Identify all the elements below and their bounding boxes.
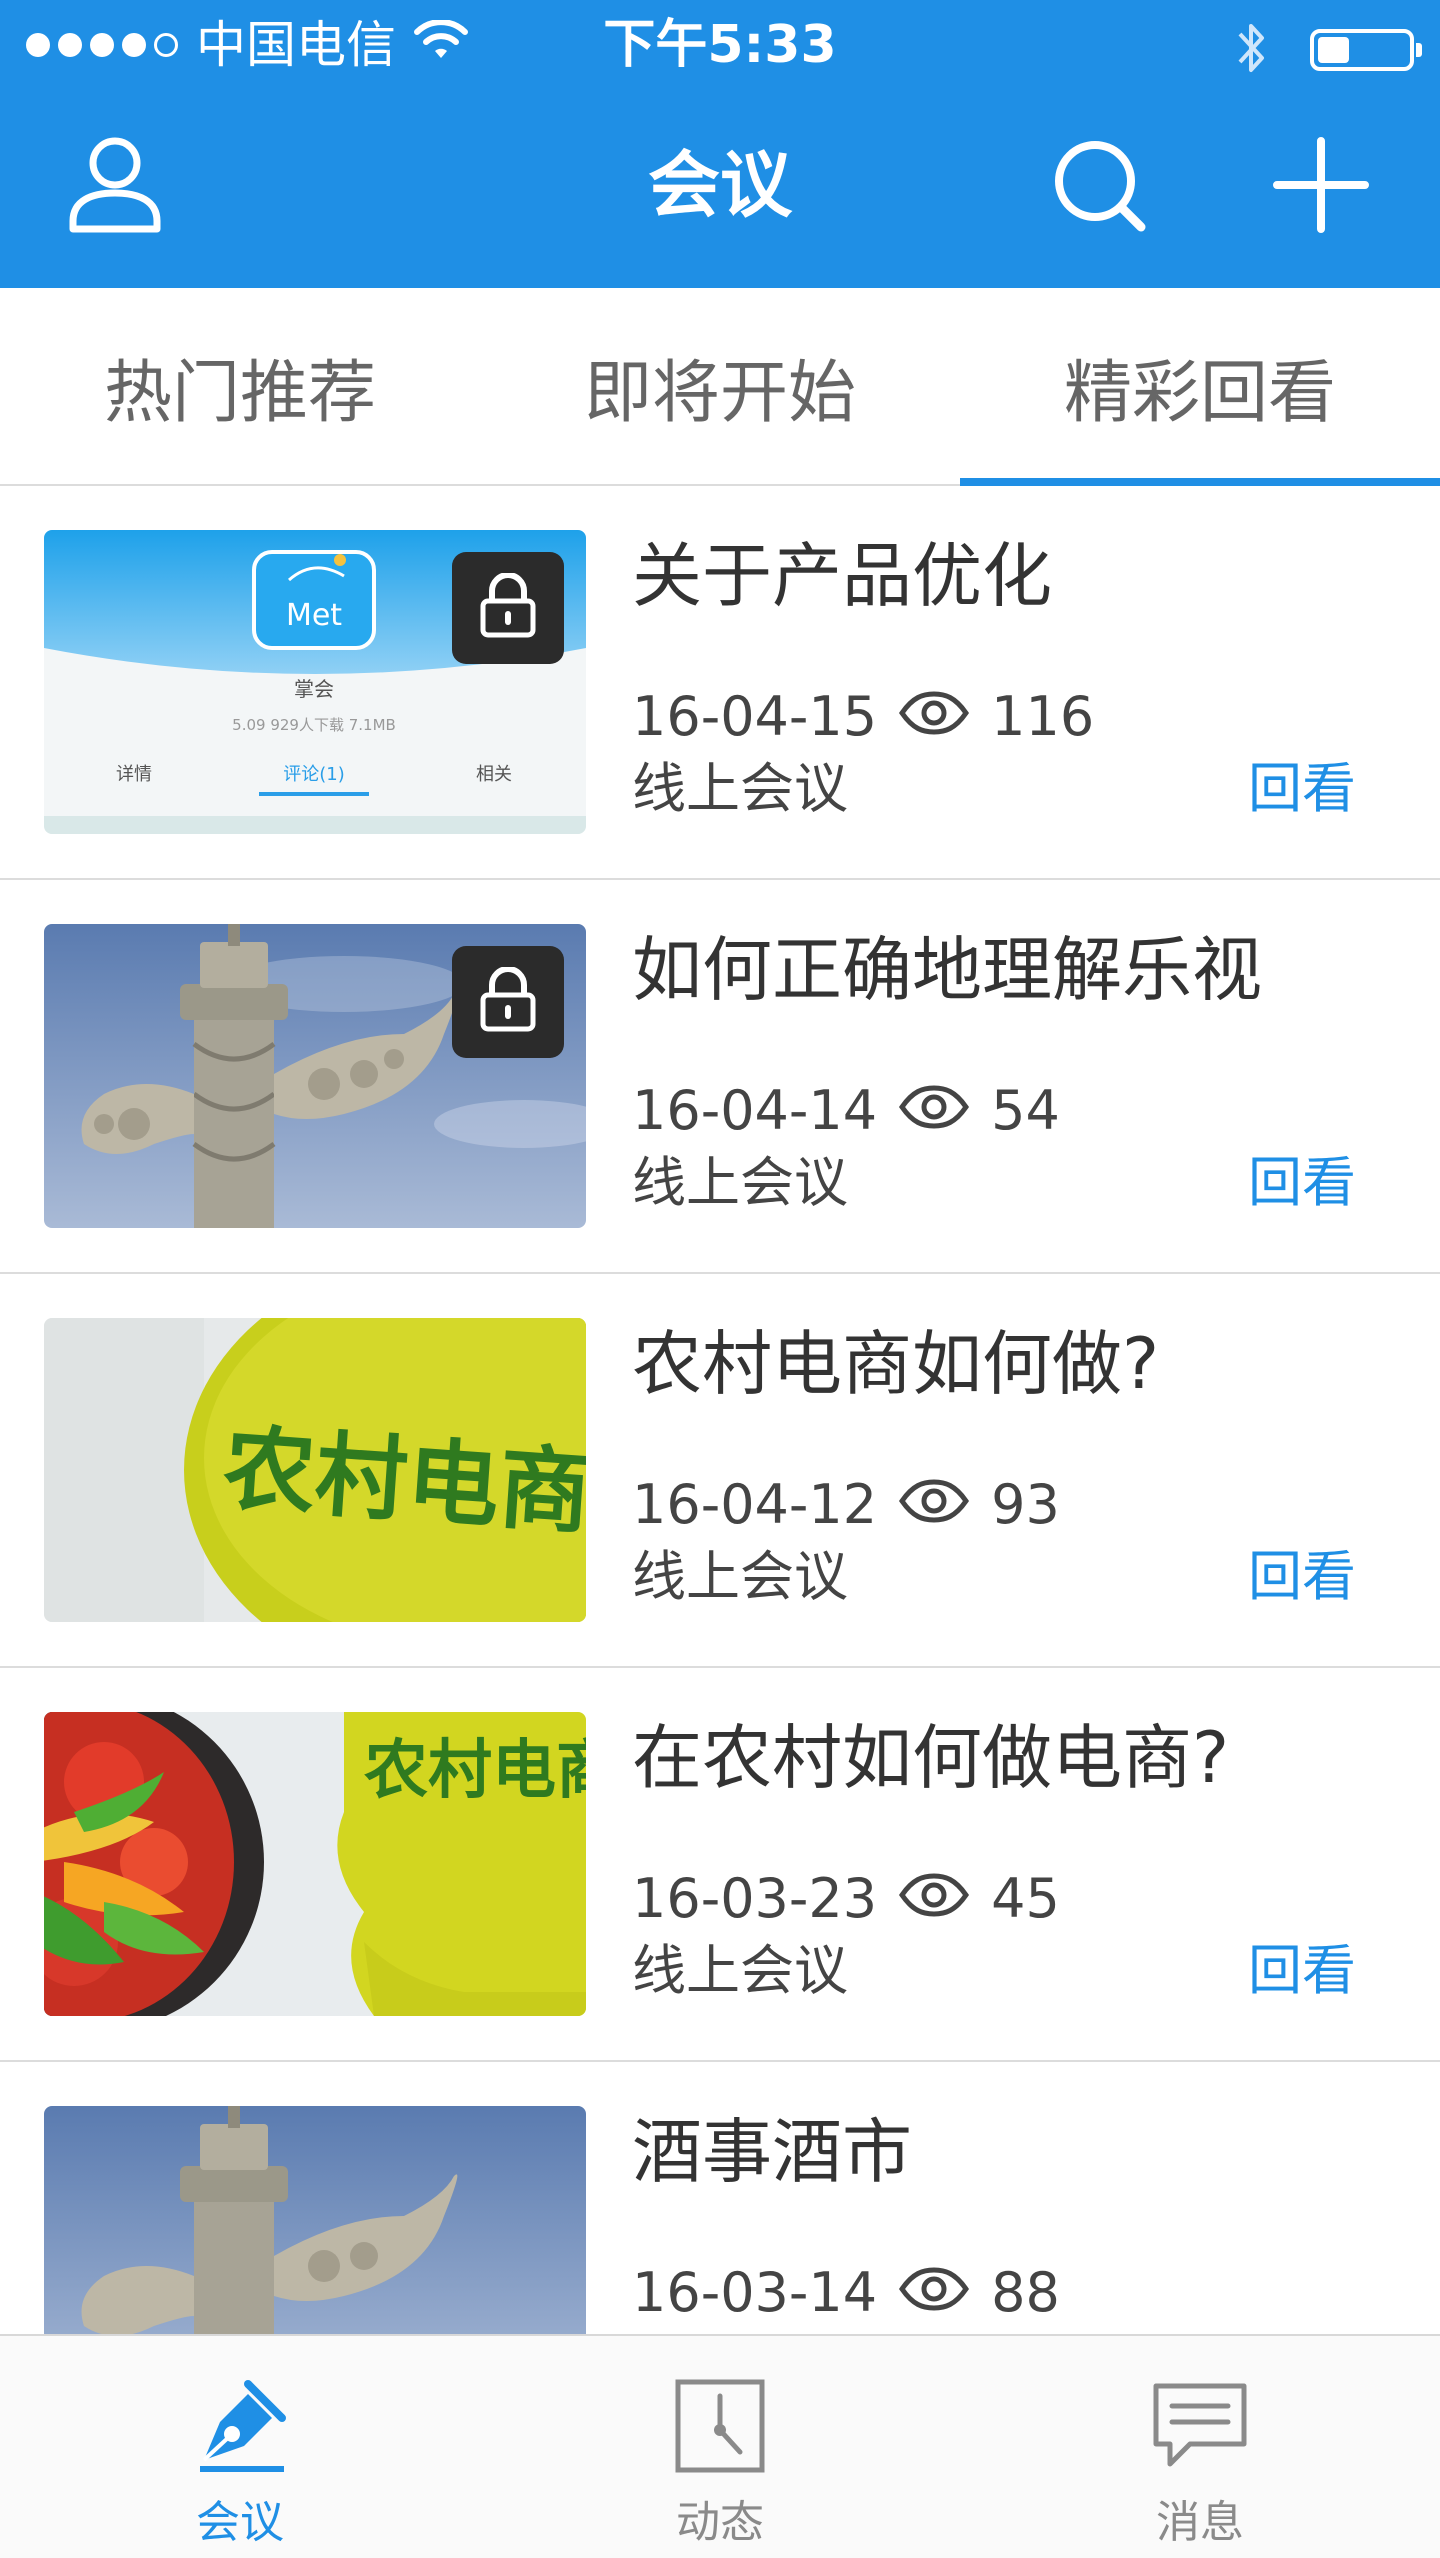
lock-icon [478, 572, 538, 643]
meeting-title: 在农村如何做电商? [632, 1717, 1230, 1799]
app-tab-comment: 评论(1) [283, 764, 345, 785]
meeting-title: 关于产品优化 [632, 535, 1052, 617]
status-bar: 中国电信 下午5:33 [0, 0, 1440, 90]
meeting-date: 16-04-12 [632, 1473, 878, 1536]
eye-icon [899, 682, 970, 752]
add-meeting-button[interactable] [1266, 132, 1376, 242]
replay-link[interactable]: 回看 [1248, 1542, 1356, 1612]
replay-link[interactable]: 回看 [1248, 1148, 1356, 1218]
meeting-item[interactable]: 农村电商 在农村如何做电商? 16-03-23 45 线上会议 回看 [0, 1668, 1440, 2062]
sign-text: 农村电商 [364, 1734, 586, 1808]
meeting-title: 酒事酒市 [632, 2111, 912, 2193]
app-header: 中国电信 下午5:33 会议 [0, 0, 1440, 288]
meeting-meta: 16-03-14 88 [632, 2258, 1060, 2328]
battery-level [1318, 37, 1349, 63]
tab-hot[interactable]: 热门推荐 [0, 288, 480, 484]
meeting-item[interactable]: Met 掌会 5.09 929人下载 7.1MB 详情 评论(1) 相关 关于产… [0, 486, 1440, 880]
meeting-thumbnail: 农村电商 [44, 1318, 586, 1622]
tabbar-item-activity[interactable]: 动态 [480, 2336, 960, 2558]
lock-badge [452, 946, 564, 1058]
eye-icon [899, 1470, 970, 1540]
meeting-thumbnail [44, 924, 586, 1228]
meeting-date: 16-03-23 [632, 1867, 878, 1930]
pen-nib-icon [185, 2376, 295, 2476]
meeting-type: 线上会议 [632, 1545, 848, 1608]
view-count: 116 [991, 685, 1095, 748]
eye-icon [899, 1076, 970, 1146]
meeting-meta: 16-04-12 93 [632, 1470, 1060, 1540]
tab-replay[interactable]: 精彩回看 [960, 288, 1440, 486]
meeting-type: 线上会议 [632, 1151, 848, 1214]
meeting-item[interactable]: 农村电商 农村电商如何做? 16-04-12 93 线上会议 回看 [0, 1274, 1440, 1668]
tabbar-item-messages[interactable]: 消息 [960, 2336, 1440, 2558]
eye-icon [899, 1864, 970, 1934]
search-button[interactable] [1044, 132, 1154, 242]
status-time: 下午5:33 [603, 15, 837, 75]
meeting-date: 16-04-14 [632, 1079, 878, 1142]
view-count: 93 [991, 1473, 1060, 1536]
app-logo-text: Met [286, 598, 342, 633]
bottom-tab-bar: 会议 动态 消息 [0, 2334, 1440, 2558]
meeting-thumbnail: Met 掌会 5.09 929人下载 7.1MB 详情 评论(1) 相关 [44, 530, 586, 834]
lock-badge [452, 552, 564, 664]
chat-bubble-icon [1145, 2376, 1255, 2476]
meeting-date: 16-03-14 [632, 2261, 878, 2324]
replay-link[interactable]: 回看 [1248, 754, 1356, 824]
meeting-thumbnail [44, 2106, 586, 2336]
page-title: 会议 [647, 143, 792, 227]
tabbar-label: 消息 [1156, 2497, 1244, 2548]
meeting-date: 16-04-15 [632, 685, 878, 748]
search-icon [1049, 135, 1149, 239]
meeting-type: 线上会议 [632, 757, 848, 820]
clock-icon [665, 2376, 775, 2476]
meeting-type: 线上会议 [632, 1939, 848, 2002]
status-right [1234, 18, 1422, 82]
meeting-title: 农村电商如何做? [632, 1323, 1160, 1405]
meeting-list: Met 掌会 5.09 929人下载 7.1MB 详情 评论(1) 相关 关于产… [0, 486, 1440, 2336]
view-count: 54 [991, 1079, 1060, 1142]
view-count: 45 [991, 1867, 1060, 1930]
app-name-text: 掌会 [294, 677, 334, 701]
eye-icon [899, 2258, 970, 2328]
nav-bar: 会议 [0, 90, 1440, 288]
tabbar-label: 会议 [196, 2497, 284, 2548]
meeting-meta: 16-04-15 116 [632, 682, 1094, 752]
battery-icon [1310, 29, 1422, 71]
app-tab-detail: 详情 [116, 764, 152, 785]
meeting-item[interactable]: 如何正确地理解乐视 16-04-14 54 线上会议 回看 [0, 880, 1440, 1274]
plus-icon [1271, 135, 1371, 239]
app-stats-text: 5.09 929人下载 7.1MB [232, 716, 396, 734]
tab-upcoming[interactable]: 即将开始 [480, 288, 960, 484]
category-tabs: 热门推荐 即将开始 精彩回看 [0, 288, 1440, 486]
meeting-item[interactable]: 酒事酒市 16-03-14 88 [0, 2062, 1440, 2336]
tabbar-item-meetings[interactable]: 会议 [0, 2336, 480, 2558]
tabbar-label: 动态 [676, 2497, 764, 2548]
view-count: 88 [991, 2261, 1060, 2324]
bluetooth-icon [1234, 18, 1270, 82]
meeting-meta: 16-04-14 54 [632, 1076, 1060, 1146]
replay-link[interactable]: 回看 [1248, 1936, 1356, 2006]
meeting-meta: 16-03-23 45 [632, 1864, 1060, 1934]
meeting-thumbnail: 农村电商 [44, 1712, 586, 2016]
lock-icon [478, 966, 538, 1037]
meeting-title: 如何正确地理解乐视 [632, 929, 1262, 1011]
app-tab-related: 相关 [476, 764, 512, 785]
